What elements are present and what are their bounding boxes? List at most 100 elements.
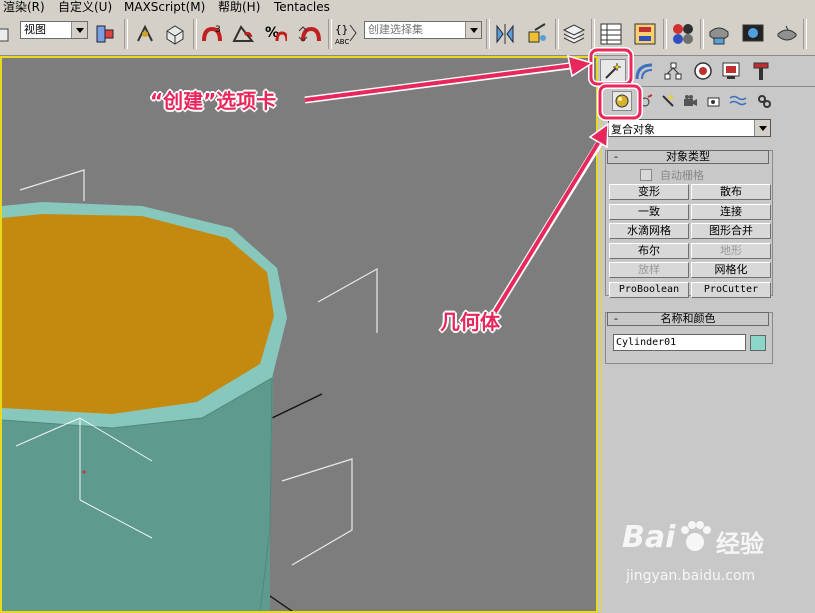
keyboard-shortcut-icon[interactable] [162,21,188,47]
lights-category-button[interactable] [658,91,678,111]
edit-named-selection-icon[interactable]: {} ABC [334,21,360,47]
render-scene-icon[interactable] [706,21,732,47]
object-color-swatch[interactable] [750,335,766,351]
svg-text:{}: {} [335,23,348,36]
menu-item-maxscript[interactable]: MAXScript(M) [124,0,205,15]
toolbar-separator [803,19,807,49]
hierarchy-icon [664,62,682,80]
blobmesh-button[interactable]: 水滴网格 [609,223,689,239]
mirror-icon[interactable] [492,21,518,47]
toolbar-separator [124,19,128,49]
menu-item-help[interactable]: 帮助(H) [218,0,260,15]
snap-toggle-icon[interactable]: 3 [199,21,225,47]
watermark-logo-text: Bai [622,520,676,555]
pivot-center-icon[interactable] [92,21,118,47]
helper-tape-icon [707,97,720,107]
loft-button: 放样 [609,262,689,278]
chevron-down-icon [465,22,481,38]
select-manipulate-icon[interactable] [132,21,158,47]
tool-icon-cut[interactable] [0,21,18,47]
layer-manager-icon[interactable] [561,21,587,47]
align-icon[interactable] [524,21,550,47]
scatter-button[interactable]: 散布 [691,184,771,200]
menu-item-customize[interactable]: 自定义(U) [58,0,112,15]
selection-set-placeholder: 创建选择集 [368,23,423,36]
hierarchy-tab[interactable] [660,59,686,83]
sphere-icon [615,94,629,108]
name-color-rollout-header[interactable]: - 名称和颜色 [607,312,769,326]
percent-snap-icon[interactable]: % [262,21,288,47]
procutter-button[interactable]: ProCutter [691,282,771,298]
light-icon [662,95,674,107]
magic-wand-icon [605,62,622,79]
svg-text:3: 3 [215,25,221,35]
menu-item-tentacles[interactable]: Tentacles [274,0,330,15]
motion-icon [694,62,712,80]
shapes-icon [640,94,653,107]
chevron-down-icon [71,22,87,38]
rollout-title: 名称和颜色 [660,312,716,325]
perspective-viewport[interactable] [0,56,598,613]
angle-snap-icon[interactable] [230,21,256,47]
create-tab[interactable] [600,59,626,83]
camera-icon [684,95,697,106]
menu-item-render[interactable]: 渲染(R) [3,0,45,15]
abc-label: ABC [335,38,349,46]
toolbar-separator [555,19,559,49]
baidu-jingyan-watermark: Bai 经验 jingyan.baidu.com [620,520,790,600]
toolbar-separator [328,19,332,49]
toolbar-separator [486,19,490,49]
autogrid-checkbox[interactable] [640,169,652,181]
object-category-dropdown[interactable]: 复合对象 [608,119,771,137]
viewport-scene [2,169,378,611]
shapemerge-button[interactable]: 图形合并 [691,223,771,239]
quick-render-icon[interactable] [740,21,766,47]
reference-coord-value: 视图 [24,23,46,36]
gears-icon [758,95,771,108]
hammer-icon [753,62,769,80]
reference-coord-combo[interactable]: 视图 [20,21,88,39]
modify-tab[interactable] [631,59,657,83]
watermark-url: jingyan.baidu.com [626,568,756,584]
material-editor-icon[interactable] [670,21,696,47]
shapes-category-button[interactable] [636,91,656,111]
display-monitor-icon [722,62,740,79]
spacewarp-wave-icon [729,95,747,106]
geometry-annotation: 几何体 [440,310,500,334]
main-toolbar: 视图 3 % {} ABC 创建选择集 [0,15,815,56]
boolean-button[interactable]: 布尔 [609,243,689,259]
object-type-rollout-header[interactable]: - 对象类型 [607,150,769,164]
toolbar-separator [591,19,595,49]
motion-tab[interactable] [690,59,716,83]
display-tab[interactable] [718,59,744,83]
proboolean-button[interactable]: ProBoolean [609,282,689,298]
object-category-value: 复合对象 [611,123,655,136]
rollout-title: 对象类型 [666,150,710,163]
terrain-button: 地形 [691,243,771,259]
named-selection-set-combo[interactable]: 创建选择集 [364,21,482,39]
toolbar-separator [663,19,667,49]
helpers-category-button[interactable] [704,91,724,111]
connect-button[interactable]: 连接 [691,204,771,220]
spinner-snap-icon[interactable] [296,21,322,47]
geometry-category-button[interactable] [612,91,632,111]
curve-editor-icon[interactable] [598,21,624,47]
create-tab-annotation: “创建”选项卡 [150,89,277,113]
utilities-tab[interactable] [748,59,774,83]
panel-edge-highlight [600,86,601,613]
toolbar-separator [193,19,197,49]
object-name-field[interactable]: Cylinder01 [613,334,746,351]
render-last-icon[interactable] [774,21,800,47]
modify-arc-icon [635,63,653,80]
systems-category-button[interactable] [754,91,774,111]
cameras-category-button[interactable] [680,91,700,111]
autogrid-label: 自动栅格 [660,169,704,182]
command-panel-tabs [598,56,815,87]
mesher-button[interactable]: 网格化 [691,262,771,278]
morph-button[interactable]: 变形 [609,184,689,200]
watermark-jingyan-text: 经验 [716,530,764,558]
schematic-view-icon[interactable] [632,21,658,47]
menu-bar: 渲染(R) 自定义(U) MAXScript(M) 帮助(H) Tentacle… [0,0,815,15]
spacewarps-category-button[interactable] [728,91,748,111]
conform-button[interactable]: 一致 [609,204,689,220]
